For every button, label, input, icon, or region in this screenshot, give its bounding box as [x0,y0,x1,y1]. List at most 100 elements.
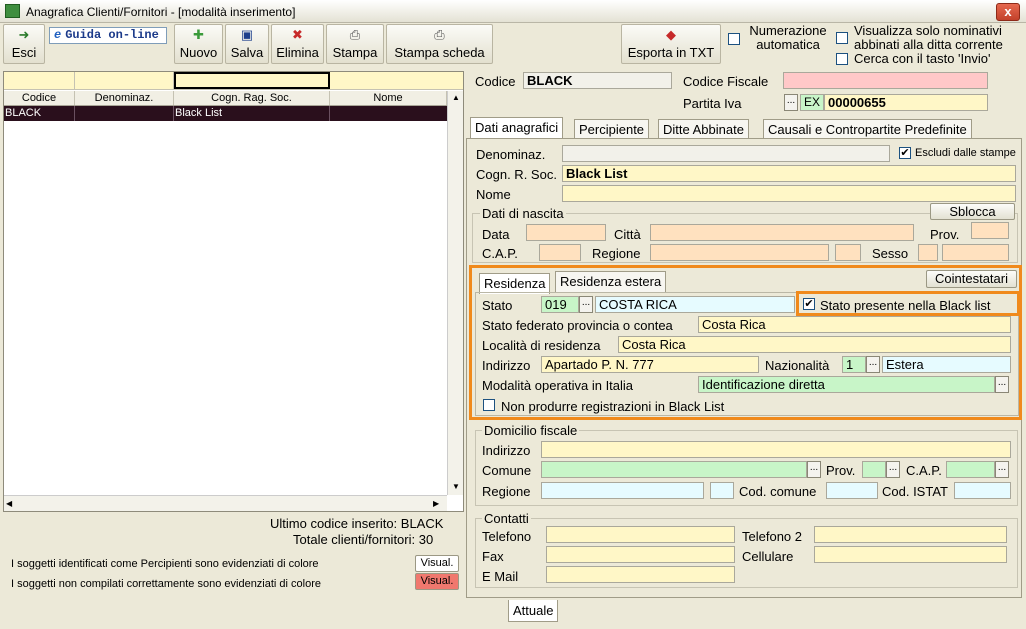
telefono2-field[interactable] [814,526,1007,543]
dom-indirizzo-field[interactable] [541,441,1011,458]
cap-nascita-field[interactable] [539,244,581,261]
denominaz-field[interactable] [562,145,890,162]
scroll-right-icon[interactable]: ▶ [433,497,445,511]
filter-codice-input[interactable] [4,72,75,89]
partita-iva-lookup-button[interactable]: ... [784,94,798,111]
tab-dati-anagrafici[interactable]: Dati anagrafici [470,117,564,139]
dom-prov-field[interactable] [862,461,886,478]
visual-percipienti-button[interactable]: Visual. [415,555,459,572]
cogn-field[interactable]: Black List [562,165,1016,182]
printer-icon: ⎙ [349,27,361,42]
dom-prov-lookup-button[interactable]: ... [886,461,900,478]
sblocca-button[interactable]: Sblocca [930,203,1015,220]
scroll-left-icon[interactable]: ◀ [6,497,18,511]
stato-federato-field[interactable]: Costa Rica [698,316,1011,333]
sesso-field[interactable] [918,244,938,261]
regione-code-field[interactable] [835,244,861,261]
clienti-grid[interactable]: Codice Denominaz. Cogn. Rag. Soc. Nome B… [3,71,464,512]
sesso-code-field[interactable] [942,244,1009,261]
col-denominaz-header[interactable]: Denominaz. [75,91,174,105]
stato-lookup-button[interactable]: ... [579,296,593,313]
codice-fiscale-label: Codice Fiscale [683,74,769,89]
nascita-title: Dati di nascita [480,206,566,221]
codice-field[interactable]: BLACK [523,72,672,89]
elimina-button[interactable]: ✖ Elimina [271,24,324,64]
numerazione-checkbox[interactable] [728,33,740,45]
stampa-scheda-button[interactable]: ⎙ Stampa scheda [386,24,493,64]
exit-icon: ➜ [18,27,30,42]
data-nascita-field[interactable] [526,224,606,241]
filter-nome-input[interactable] [330,72,463,89]
dom-cod-istat-label: Cod. ISTAT [882,484,948,499]
contatti-title: Contatti [482,511,531,526]
col-codice-header[interactable]: Codice [4,91,75,105]
stato-code-field[interactable]: 019 [541,296,579,313]
codice-fiscale-field[interactable] [783,72,988,89]
col-cogn-header[interactable]: Cogn. Rag. Soc. [174,91,330,105]
dom-comune-lookup-button[interactable]: ... [807,461,821,478]
esci-button[interactable]: ➜ Esci [3,24,45,64]
close-button[interactable]: x [996,3,1020,21]
modalita-field[interactable]: Identificazione diretta [698,376,995,393]
filter-denominaz-input[interactable] [75,72,174,89]
dom-cod-comune-field[interactable] [826,482,878,499]
indirizzo-field[interactable]: Apartado P. N. 777 [541,356,759,373]
nazionalita-code-field[interactable]: 1 [842,356,866,373]
email-field[interactable] [546,566,735,583]
visualizza-label: Visualizza solo nominativi abbinati alla… [854,23,1003,52]
dom-prov-label: Prov. [826,463,856,478]
cellulare-field[interactable] [814,546,1007,563]
tab-causali[interactable]: Causali e Contropartite Predefinite [763,119,972,139]
grid-filter-row [4,72,463,90]
visual-non-compilati-button[interactable]: Visual. [415,573,459,590]
codice-label: Codice [475,74,516,89]
scroll-down-icon[interactable]: ▼ [449,480,463,494]
localita-field[interactable]: Costa Rica [618,336,1011,353]
modalita-lookup-button[interactable]: ... [995,376,1009,393]
dom-cap-field[interactable] [946,461,995,478]
non-produrre-label: Non produrre registrazioni in Black List [501,399,725,414]
cerca-invio-checkbox[interactable] [836,53,848,65]
vertical-scrollbar[interactable]: ▲ ▼ [447,91,463,495]
horizontal-scrollbar[interactable]: ◀ ▶ [4,495,447,511]
nome-field[interactable] [562,185,1016,202]
dom-cod-comune-label: Cod. comune [739,484,817,499]
escludi-stampe-checkbox[interactable]: ✔ [899,147,911,159]
non-produrre-checkbox[interactable] [483,399,495,411]
nuovo-button[interactable]: ✚ Nuovo [174,24,223,64]
col-nome-header[interactable]: Nome [330,91,447,105]
dom-cod-istat-field[interactable] [954,482,1011,499]
tab-ditte-abbinate[interactable]: Ditte Abbinate [658,119,749,139]
dom-cap-lookup-button[interactable]: ... [995,461,1009,478]
fax-field[interactable] [546,546,735,563]
tab-percipiente[interactable]: Percipiente [574,119,650,139]
nazionalita-lookup-button[interactable]: ... [866,356,880,373]
dom-comune-field[interactable] [541,461,807,478]
row-codice: BLACK [5,106,75,121]
stato-field[interactable]: COSTA RICA [595,296,795,313]
guida-online-button[interactable]: e Guida on-line [49,27,167,44]
prov-nascita-field[interactable] [971,222,1009,239]
cointestatari-button[interactable]: Cointestatari [926,270,1017,288]
cap-label: C.A.P. [482,246,518,261]
esporta-txt-button[interactable]: ◆ Esporta in TXT [621,24,721,64]
stampa-button[interactable]: ⎙ Stampa [326,24,384,64]
black-list-checkbox[interactable]: ✔ [803,298,815,310]
filter-cogn-input[interactable] [174,72,330,89]
scroll-up-icon[interactable]: ▲ [449,91,463,105]
telefono-field[interactable] [546,526,735,543]
save-icon: ▣ [240,27,254,42]
partita-iva-field[interactable]: 00000655 [824,94,988,111]
table-row[interactable]: BLACK Black List [4,106,447,121]
partita-iva-prefix[interactable]: EX [800,94,824,111]
citta-nascita-field[interactable] [650,224,914,241]
tab-attuale[interactable]: Attuale [508,600,559,622]
salva-button[interactable]: ▣ Salva [225,24,269,64]
tab-residenza[interactable]: Residenza [479,273,551,294]
regione-nascita-field[interactable] [650,244,829,261]
dom-regione-field[interactable] [541,482,704,499]
dom-regione-code-field[interactable] [710,482,734,499]
visualizza-checkbox[interactable] [836,32,848,44]
tab-residenza-estera[interactable]: Residenza estera [555,271,667,292]
nazionalita-field[interactable]: Estera [882,356,1011,373]
